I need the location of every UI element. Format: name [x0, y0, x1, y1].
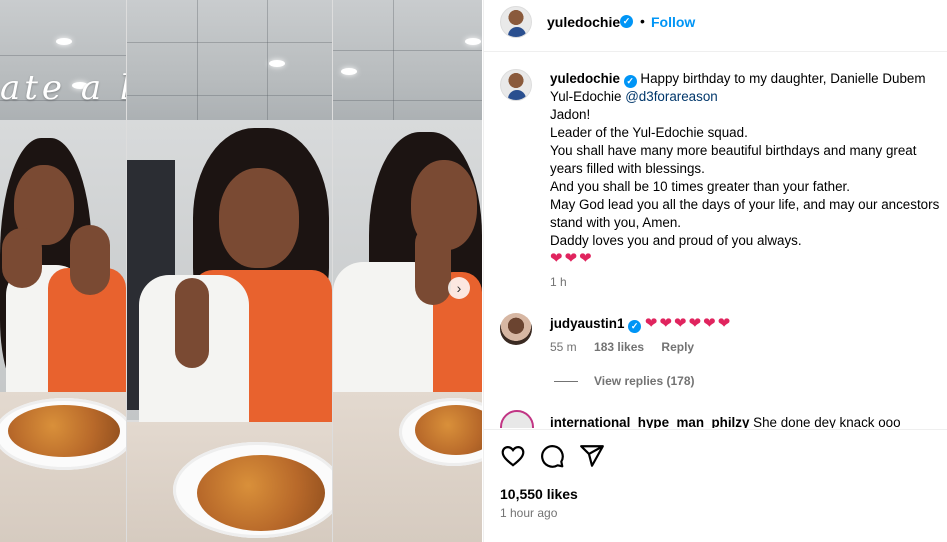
caption-line: And you shall be 10 times greater than y…	[550, 179, 850, 194]
replies-divider	[554, 381, 578, 383]
caption-hearts: ❤❤❤	[550, 250, 594, 267]
view-replies-label: View replies (178)	[594, 374, 695, 388]
comments-section[interactable]: yuledochie ✓ Happy birthday to my daught…	[484, 53, 947, 428]
commenter-avatar[interactable]	[500, 313, 532, 345]
comment: judyaustin1 ✓ ❤❤❤❤❤❤	[550, 314, 732, 333]
likes-count[interactable]: 10,550 likes	[500, 486, 578, 502]
comment: international_hype_man_philzy She done d…	[550, 415, 901, 428]
chevron-right-icon: ›	[456, 280, 462, 296]
author-avatar[interactable]	[500, 6, 532, 38]
media-overlay-text: ate a lot	[0, 68, 126, 108]
reply-button[interactable]: Reply	[661, 340, 694, 354]
caption-line: You shall have many more beautiful birth…	[550, 143, 917, 176]
comment-meta: 55 m 183 likes Reply	[550, 340, 708, 354]
heart-icon[interactable]	[500, 443, 526, 469]
commenter-avatar[interactable]	[500, 410, 534, 428]
commenter-username[interactable]: international_hype_man_philzy	[550, 415, 749, 428]
comment-time: 55 m	[550, 340, 577, 354]
post-media[interactable]: ate a lot ›	[0, 0, 482, 542]
caption-line: May God lead you all the days of your li…	[550, 197, 940, 230]
verified-badge-icon: ✓	[620, 15, 633, 28]
caption-username[interactable]: yuledochie	[550, 71, 620, 86]
follow-button[interactable]: Follow	[651, 14, 695, 30]
post-caption: yuledochie ✓ Happy birthday to my daught…	[550, 70, 942, 268]
next-media-button[interactable]: ›	[448, 277, 470, 299]
media-panel-2	[127, 0, 332, 542]
header-separator: •	[640, 13, 645, 29]
caption-mention-link[interactable]: @d3forareason	[625, 89, 718, 104]
verified-badge-icon: ✓	[628, 320, 642, 333]
post-header: yuledochie ✓ • Follow	[484, 0, 947, 52]
caption-line: Jadon!	[550, 107, 591, 122]
post-actions: 10,550 likes 1 hour ago	[484, 429, 947, 542]
comment-icon[interactable]	[539, 443, 565, 469]
comment-text: ❤❤❤❤❤❤	[644, 315, 733, 332]
post-side-panel: yuledochie ✓ • Follow yuledochie ✓ Happy…	[483, 0, 947, 542]
caption-line: Leader of the Yul-Edochie squad.	[550, 125, 748, 140]
share-icon[interactable]	[579, 443, 605, 469]
verified-badge-icon: ✓	[623, 75, 637, 88]
caption-author-avatar[interactable]	[500, 69, 532, 101]
commenter-username[interactable]: judyaustin1	[550, 316, 624, 331]
view-replies-button[interactable]: View replies (178)	[554, 374, 695, 388]
caption-time: 1 h	[550, 275, 567, 289]
media-panel-1: ate a lot	[0, 0, 126, 542]
comment-text: She done dey knack ooo	[753, 415, 901, 428]
comment-likes[interactable]: 183 likes	[594, 340, 644, 354]
caption-line: Daddy loves you and proud of you always.	[550, 233, 802, 248]
post-timestamp: 1 hour ago	[500, 506, 558, 520]
author-username[interactable]: yuledochie	[547, 14, 620, 30]
media-panel-3	[333, 0, 482, 542]
